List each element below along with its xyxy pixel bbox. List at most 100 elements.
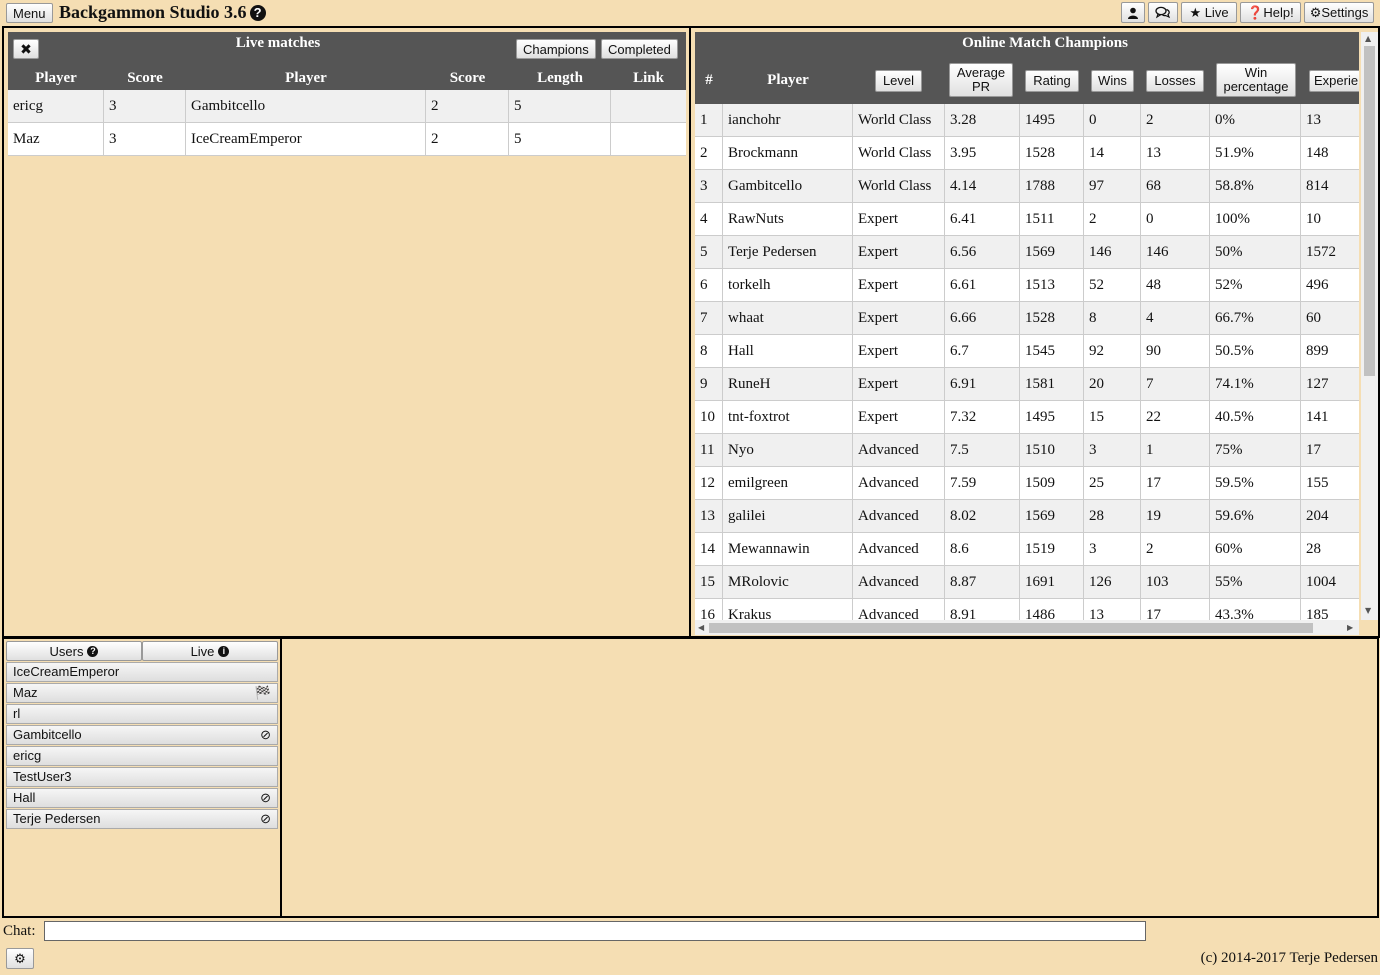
table-row[interactable]: 4 RawNuts Expert 6.41 1511 2 0 100% 10 [695, 203, 1359, 236]
col-header-player-1[interactable]: Player [8, 66, 104, 90]
cell-average-pr: 8.91 [945, 599, 1020, 620]
user-list-item[interactable]: rl [6, 704, 278, 724]
sort-win-percentage-button[interactable]: Win percentage [1216, 63, 1296, 97]
cell-experience: 814 [1301, 170, 1359, 203]
col-header-score-1[interactable]: Score [104, 66, 186, 90]
user-name: rl [13, 706, 21, 721]
cell-average-pr: 3.28 [945, 104, 1020, 137]
settings-button[interactable]: ⚙Settings [1304, 2, 1374, 23]
cell-wins: 2 [1084, 203, 1141, 236]
scroll-left-arrow-icon[interactable]: ◀ [698, 623, 704, 632]
col-header-score-2[interactable]: Score [426, 66, 509, 90]
chat-bubbles-icon [1155, 6, 1171, 19]
cell-experience: 60 [1301, 302, 1359, 335]
table-row[interactable]: 8 Hall Expert 6.7 1545 92 90 50.5% 899 [695, 335, 1359, 368]
user-list-item[interactable]: TestUser3 [6, 767, 278, 787]
champions-button[interactable]: Champions [516, 39, 596, 59]
cell-player: Hall [723, 335, 853, 368]
cell-wins: 146 [1084, 236, 1141, 269]
champions-panel: Online Match Champions # Player Level Av… [689, 26, 1380, 638]
cell-level: Expert [853, 236, 945, 269]
col-header-link[interactable]: Link [611, 66, 686, 90]
col-header-player[interactable]: Player [723, 72, 853, 89]
vertical-scrollbar-thumb[interactable] [1364, 46, 1375, 376]
chat-input[interactable] [44, 921, 1146, 941]
table-row[interactable]: 5 Terje Pedersen Expert 6.56 1569 146 146 50% 15… [695, 236, 1359, 269]
cell-rating: 1519 [1020, 533, 1084, 566]
horizontal-scrollbar[interactable]: ◀ ▶ [695, 620, 1359, 635]
cell-score-1: 3 [104, 90, 186, 123]
table-row[interactable]: 7 whaat Expert 6.66 1528 8 4 66.7% 60 [695, 302, 1359, 335]
cell-player: Brockmann [723, 137, 853, 170]
cell-level: Expert [853, 269, 945, 302]
sort-level-button[interactable]: Level [875, 70, 922, 92]
user-list-item[interactable]: IceCreamEmperor [6, 662, 278, 682]
table-row[interactable]: 9 RuneH Expert 6.91 1581 20 7 74.1% 127 [695, 368, 1359, 401]
cell-losses: 1 [1141, 434, 1210, 467]
cell-rating: 1495 [1020, 104, 1084, 137]
cell-level: Expert [853, 401, 945, 434]
user-list-item[interactable]: ericg [6, 746, 278, 766]
user-list-item[interactable]: Hall ⊘ [6, 788, 278, 808]
col-header-length[interactable]: Length [509, 66, 611, 90]
col-header-player-2[interactable]: Player [186, 66, 426, 90]
table-row[interactable]: 2 Brockmann World Class 3.95 1528 14 13 51.9% 14… [695, 137, 1359, 170]
table-row[interactable]: 13 galilei Advanced 8.02 1569 28 19 59.6% 204 [695, 500, 1359, 533]
sort-average-pr-button[interactable]: Average PR [949, 63, 1013, 97]
vertical-scrollbar[interactable]: ▲ ▼ [1361, 32, 1378, 620]
table-row[interactable]: 12 emilgreen Advanced 7.59 1509 25 17 59.5% 155 [695, 467, 1359, 500]
sort-win-percentage-line2: percentage [1223, 79, 1289, 94]
cell-win-percentage: 0% [1210, 104, 1301, 137]
cell-win-percentage: 60% [1210, 533, 1301, 566]
tab-users[interactable]: Users? [6, 641, 142, 661]
cell-experience: 155 [1301, 467, 1359, 500]
scroll-down-arrow-icon[interactable]: ▼ [1365, 606, 1371, 615]
cell-rank: 15 [695, 566, 723, 599]
scroll-right-arrow-icon[interactable]: ▶ [1347, 623, 1353, 632]
sort-rating-button[interactable]: Rating [1025, 70, 1079, 92]
cell-win-percentage: 59.6% [1210, 500, 1301, 533]
table-row[interactable]: 16 Krakus Advanced 8.91 1486 13 17 43.3% 185 [695, 599, 1359, 620]
cell-link[interactable] [611, 90, 686, 123]
table-row[interactable]: ericg 3 Gambitcello 2 5 [8, 90, 686, 123]
cell-link[interactable] [611, 123, 686, 156]
cell-wins: 92 [1084, 335, 1141, 368]
user-list-item[interactable]: Terje Pedersen ⊘ [6, 809, 278, 829]
scroll-up-arrow-icon[interactable]: ▲ [1365, 34, 1371, 43]
cell-win-percentage: 66.7% [1210, 302, 1301, 335]
tab-live[interactable]: Live i [142, 641, 278, 661]
completed-button[interactable]: Completed [601, 39, 678, 59]
help-button[interactable]: ❓Help! [1240, 2, 1301, 23]
cell-rating: 1495 [1020, 401, 1084, 434]
cell-wins: 126 [1084, 566, 1141, 599]
horizontal-scrollbar-thumb[interactable] [709, 623, 1313, 633]
cell-player: Terje Pedersen [723, 236, 853, 269]
cell-losses: 90 [1141, 335, 1210, 368]
sort-wins-button[interactable]: Wins [1091, 70, 1134, 92]
sort-average-pr-line2: PR [971, 79, 991, 94]
cell-experience: 28 [1301, 533, 1359, 566]
table-row[interactable]: 6 torkelh Expert 6.61 1513 52 48 52% 496 [695, 269, 1359, 302]
chat-button[interactable] [1148, 2, 1178, 23]
table-row[interactable]: 11 Nyo Advanced 7.5 1510 3 1 75% 17 [695, 434, 1359, 467]
cell-level: Expert [853, 302, 945, 335]
sort-losses-button[interactable]: Losses [1146, 70, 1204, 92]
cell-rating: 1528 [1020, 137, 1084, 170]
user-list-item[interactable]: Gambitcello ⊘ [6, 725, 278, 745]
sort-experience-button[interactable]: Experie [1309, 70, 1359, 92]
gear-settings-button[interactable]: ⚙ [6, 948, 34, 969]
live-button[interactable]: ★ Live [1181, 2, 1237, 23]
cell-rating: 1528 [1020, 302, 1084, 335]
table-row[interactable]: Maz 3 IceCreamEmperor 2 5 [8, 123, 686, 156]
menu-button[interactable]: Menu [6, 3, 53, 23]
table-row[interactable]: 14 Mewannawin Advanced 8.6 1519 3 2 60% 28 [695, 533, 1359, 566]
help-question-icon[interactable]: ? [249, 5, 266, 21]
cell-player: tnt-foxtrot [723, 401, 853, 434]
user-list-item[interactable]: Maz 🏁 [6, 683, 278, 703]
table-row[interactable]: 15 MRolovic Advanced 8.87 1691 126 103 55% 1004 [695, 566, 1359, 599]
cell-losses: 2 [1141, 533, 1210, 566]
table-row[interactable]: 10 tnt-foxtrot Expert 7.32 1495 15 22 40.5% 141 [695, 401, 1359, 434]
table-row[interactable]: 1 ianchohr World Class 3.28 1495 0 2 0% 13 [695, 104, 1359, 137]
user-button[interactable] [1121, 2, 1145, 23]
table-row[interactable]: 3 Gambitcello World Class 4.14 1788 97 68 58.8%… [695, 170, 1359, 203]
